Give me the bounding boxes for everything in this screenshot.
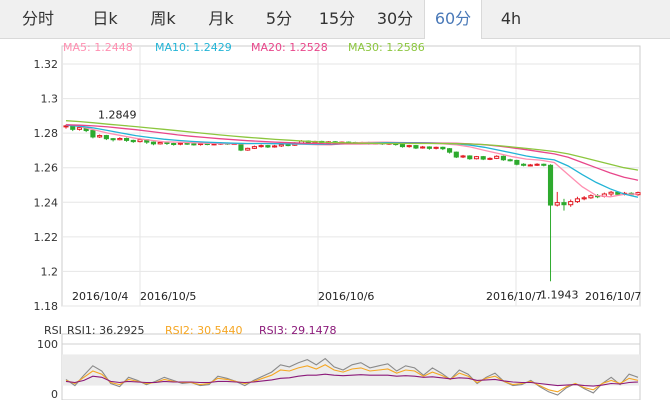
candle-body [534, 163, 540, 166]
candle-body [285, 144, 291, 147]
legend-ma5: MA5: 1.2448 [63, 41, 133, 54]
candle-body [420, 146, 426, 149]
candle-body [568, 201, 574, 206]
candle-body [507, 159, 513, 162]
candle-body [63, 125, 69, 128]
tab-8[interactable]: 60分 [424, 0, 482, 39]
y-tick-label: 1.18 [34, 300, 59, 313]
candle-body [487, 157, 493, 160]
candle-body [514, 159, 520, 165]
candle-body [171, 143, 177, 146]
candle-body [164, 141, 170, 145]
candle-body [124, 138, 130, 141]
x-date-label: 2016/10/7 [585, 290, 641, 303]
candle-body [561, 202, 567, 206]
candle-body [574, 198, 580, 203]
low-annotation: 1.1943 [540, 288, 579, 301]
candle-body [130, 139, 136, 143]
candle-body [245, 147, 251, 151]
rsi-tick-label: 100 [37, 338, 58, 351]
candle-body [137, 139, 143, 143]
candle-body [453, 151, 459, 158]
x-date-label: 2016/10/6 [318, 290, 374, 303]
candle-body [447, 148, 453, 153]
rsi-legend-3: RSI3: 29.1478 [259, 324, 337, 337]
x-date-label: 2016/10/4 [72, 290, 128, 303]
y-tick-label: 1.28 [34, 127, 59, 140]
rsi-legend-1: RSI1: 36.2925 [67, 324, 145, 337]
candle-body [500, 155, 506, 161]
y-tick-label: 1.3 [41, 93, 59, 106]
period-tabs: 分时 日k 周k 月k 5分 15分 30分 60分 4h [0, 0, 670, 39]
legend-ma10: MA10: 1.2429 [155, 41, 232, 54]
y-tick-label: 1.22 [34, 231, 59, 244]
legend-ma20: MA20: 1.2528 [251, 41, 328, 54]
candle-body [467, 155, 473, 160]
rsi-legend-2: RSI2: 30.5440 [165, 324, 243, 337]
candle-body [184, 142, 190, 145]
candle-body [608, 191, 614, 195]
rsi-tick-label: 0 [51, 388, 58, 400]
candle-body [399, 144, 406, 148]
high-annotation: 1.2849 [98, 109, 137, 122]
tab-6[interactable]: 15分 [308, 0, 366, 38]
y-tick-label: 1.24 [34, 196, 59, 209]
candle-body [117, 138, 123, 141]
x-date-label: 2016/10/7 [486, 290, 542, 303]
candle-body [547, 164, 554, 206]
candle-body [76, 127, 83, 130]
candle-body [97, 135, 103, 138]
candle-body [413, 145, 419, 149]
candle-body [150, 141, 157, 145]
candle-body [473, 156, 480, 160]
tab-3[interactable]: 周k [134, 0, 192, 38]
candle-body [90, 130, 96, 138]
y-tick-label: 1.32 [34, 58, 59, 71]
candle-body [238, 143, 244, 151]
candle-body [554, 202, 560, 206]
candle-body [426, 146, 432, 149]
candle-body [521, 163, 527, 166]
tab-9[interactable]: 4h [482, 0, 540, 38]
tab-5[interactable]: 5分 [250, 0, 308, 38]
candle-body [581, 197, 587, 200]
candle-body [191, 143, 197, 146]
candle-body [272, 145, 278, 148]
candle-body [460, 155, 466, 158]
candle-body [265, 145, 271, 148]
candle-body [251, 146, 257, 149]
price-panel-frame [61, 45, 641, 307]
candle-body [494, 155, 500, 159]
rsi-band [62, 354, 640, 386]
candle-body [588, 195, 594, 199]
candle-body [278, 144, 284, 147]
candle-body [527, 164, 533, 167]
tab-2[interactable]: 日k [76, 0, 134, 38]
candle-body [157, 141, 163, 145]
candle-body [480, 156, 486, 160]
candle-body [406, 145, 412, 148]
x-date-label: 2016/10/5 [140, 290, 196, 303]
legend-ma30: MA30: 1.2586 [348, 41, 425, 54]
candle-body [440, 146, 446, 150]
tab-7[interactable]: 30分 [366, 0, 424, 38]
y-tick-label: 1.26 [34, 162, 59, 175]
candle-body [103, 135, 109, 140]
candle-body [110, 138, 116, 141]
candle-body [433, 146, 439, 149]
candle-body [258, 145, 264, 148]
rsi-legend-0: RSI [44, 324, 62, 337]
candle-body [177, 142, 183, 145]
tab-1[interactable]: 分时 [0, 0, 76, 38]
tab-4[interactable]: 月k [192, 0, 250, 38]
candle-body [541, 163, 547, 166]
y-tick-label: 1.2 [41, 265, 59, 278]
candlestick-chart: 1.32 1.3 1.28 1.26 1.24 1.22 1.2 1.18 MA5: 1.244… [34, 41, 641, 400]
